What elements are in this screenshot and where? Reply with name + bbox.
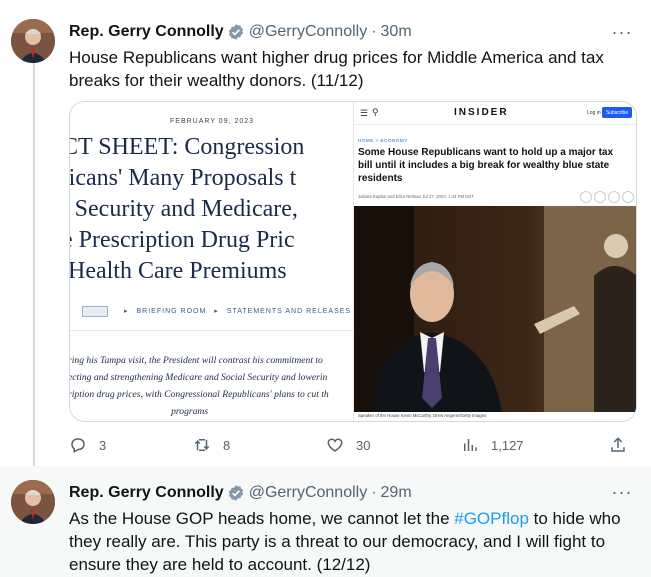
login-link: Log in [587, 110, 601, 116]
heart-icon [327, 438, 343, 452]
share-icon [611, 437, 625, 452]
author-handle[interactable]: @GerryConnolly [249, 23, 368, 41]
share-icon [636, 191, 637, 203]
avatar[interactable] [11, 19, 55, 63]
fact-sheet-title: CT SHEET: Congression licans' Many Propos… [70, 132, 353, 287]
retweet-count: 8 [223, 437, 231, 453]
views-icon [464, 439, 477, 451]
white-house-logo-icon [82, 305, 108, 317]
like-count: 30 [356, 437, 371, 453]
views-count: 1,127 [491, 437, 524, 453]
fact-sheet-title-line: licans' Many Proposals t [70, 165, 297, 191]
tweet-text: As the House GOP heads home, we cannot l… [69, 507, 629, 576]
article-breadcrumb: HOME > ECONOMY [358, 138, 408, 143]
insider-article-image: ☰ ⚲ INSIDER Log in Subscribe HOME > ECON… [353, 102, 637, 421]
search-icon: ⚲ [372, 107, 379, 117]
fact-sheet-body-line: ecting and strengthening Medicare and So… [70, 372, 328, 383]
reply-icon [71, 438, 85, 454]
fact-sheet-image: FEBRUARY 09, 2023 CT SHEET: Congression l… [70, 102, 353, 421]
author-name[interactable]: Rep. Gerry Connolly [69, 23, 224, 41]
author-name[interactable]: Rep. Gerry Connolly [69, 484, 224, 502]
insider-logo: INSIDER [454, 107, 509, 118]
more-icon[interactable]: ··· [611, 481, 633, 503]
fact-sheet-title-line: e Prescription Drug Pric [70, 227, 295, 253]
article-headline: Some House Republicans want to hold up a… [358, 147, 614, 184]
timestamp[interactable]: 30m [381, 23, 412, 41]
tweet-text-part: As the House GOP heads home, we cannot l… [69, 509, 455, 528]
fact-sheet-date: FEBRUARY 09, 2023 [170, 118, 255, 125]
share-icon [580, 191, 592, 203]
share-icon [594, 191, 606, 203]
photo-caption: Speaker of the House Kevin McCarthy. Dre… [358, 413, 487, 418]
article-byline: Juliana Kaplan and Eliza Relman Jul 27, … [358, 194, 474, 199]
share-button[interactable] [609, 434, 627, 456]
fact-sheet-title-line: Health Care Premiums [70, 258, 287, 284]
more-icon[interactable]: ··· [611, 21, 633, 43]
insider-header: ☰ ⚲ INSIDER Log in Subscribe [354, 102, 636, 125]
briefing-room-label: BRIEFING ROOM [136, 307, 207, 315]
fact-sheet-title-line: CT SHEET: Congression [70, 134, 305, 160]
retweet-icon [194, 439, 210, 451]
fact-sheet-body-line: programs [70, 406, 209, 417]
verified-badge-icon [228, 24, 243, 40]
tweet-header: Rep. Gerry Connolly @GerryConnolly · 30m [69, 21, 412, 43]
reply-button[interactable]: 3 [69, 434, 106, 456]
separator-dot: · [371, 23, 377, 40]
share-icon [608, 191, 620, 203]
menu-icon: ☰ [360, 108, 369, 118]
fact-sheet-body-line: ription drug prices, with Congressional … [70, 389, 329, 400]
chevron-right-icon: ▸ [124, 308, 129, 315]
tweet-media[interactable]: FEBRUARY 09, 2023 CT SHEET: Congression l… [69, 101, 637, 422]
fact-sheet-body: ring his Tampa visit, the President will… [70, 352, 353, 420]
tweet-actions: 3 8 30 1,127 [69, 434, 635, 456]
like-button[interactable]: 30 [326, 434, 370, 456]
statements-label: STATEMENTS AND RELEASES [226, 307, 352, 315]
fact-sheet-body-line: ring his Tampa visit, the President will… [70, 355, 323, 366]
chevron-right-icon: ▸ [214, 308, 219, 315]
tweet-11[interactable]: Rep. Gerry Connolly @GerryConnolly · 30m… [0, 0, 651, 466]
retweet-button[interactable]: 8 [193, 434, 230, 456]
author-handle[interactable]: @GerryConnolly [249, 484, 368, 502]
fact-sheet-nav: ▸ BRIEFING ROOM ▸ STATEMENTS AND RELEASE… [82, 305, 351, 317]
reply-count: 3 [99, 437, 107, 453]
avatar[interactable] [11, 480, 55, 524]
fact-sheet-title-line: l Security and Medicare, [70, 196, 298, 222]
tweet-12[interactable]: Rep. Gerry Connolly @GerryConnolly · 29m… [0, 466, 651, 577]
hashtag-link[interactable]: #GOPflop [454, 509, 529, 528]
tweet-header: Rep. Gerry Connolly @GerryConnolly · 29m [69, 482, 412, 504]
separator-dot: · [371, 484, 377, 501]
share-icon [622, 191, 634, 203]
tweet-text: House Republicans want higher drug price… [69, 48, 604, 90]
divider [70, 330, 353, 331]
share-icons [580, 191, 637, 203]
timestamp[interactable]: 29m [381, 484, 412, 502]
views-button[interactable]: 1,127 [461, 434, 524, 456]
subscribe-button: Subscribe [602, 107, 632, 118]
verified-badge-icon [228, 485, 243, 501]
article-photo [354, 206, 636, 412]
